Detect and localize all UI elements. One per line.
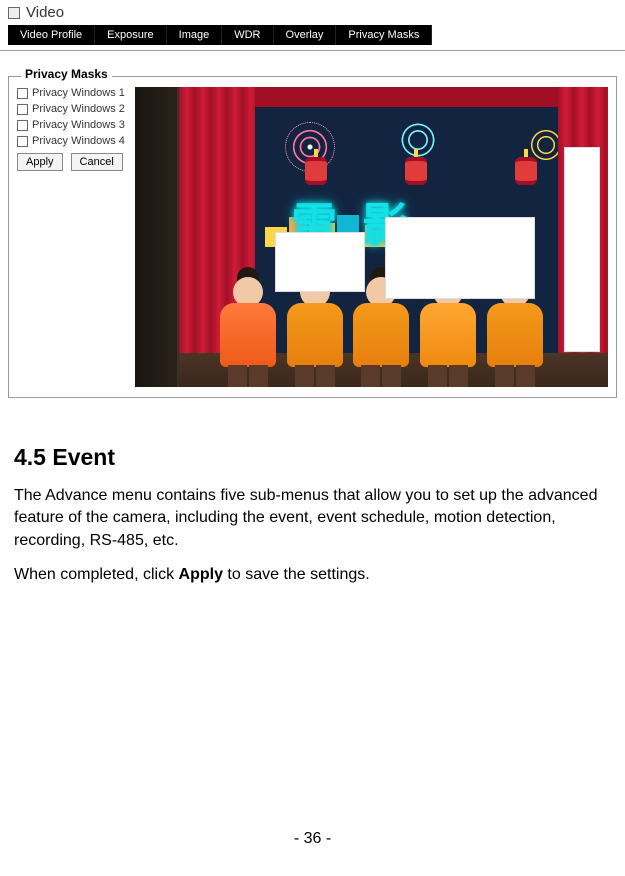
privacy-mask-rect-2[interactable] <box>385 217 535 299</box>
document-section: 4.5 Event The Advance menu contains five… <box>8 444 617 587</box>
video-preview[interactable]: 雷 影 <box>135 87 608 387</box>
tab-video-profile[interactable]: Video Profile <box>8 25 95 45</box>
checkbox-window-1[interactable] <box>17 88 28 99</box>
cancel-button[interactable]: Cancel <box>71 153 123 171</box>
preview-scene: 雷 影 <box>135 87 608 387</box>
section-heading: 4.5 Event <box>14 444 611 471</box>
checkbox-window-3[interactable] <box>17 120 28 131</box>
label-window-4: Privacy Windows 4 <box>32 135 125 147</box>
privacy-masks-options: Privacy Windows 1 Privacy Windows 2 Priv… <box>17 87 127 171</box>
checkbox-window-2[interactable] <box>17 104 28 115</box>
page-number: - 36 - <box>294 830 331 848</box>
tab-wdr[interactable]: WDR <box>222 25 273 45</box>
video-panel-title: Video <box>26 4 64 21</box>
tab-image[interactable]: Image <box>167 25 223 45</box>
privacy-masks-fieldset: Privacy Masks Privacy Windows 1 Privacy … <box>8 76 617 398</box>
section-paragraph-2: When completed, click Apply to save the … <box>14 564 611 586</box>
apply-button[interactable]: Apply <box>17 153 63 171</box>
privacy-mask-rect-3[interactable] <box>564 147 600 352</box>
label-window-1: Privacy Windows 1 <box>32 87 125 99</box>
checkbox-window-4[interactable] <box>17 136 28 147</box>
tab-overlay[interactable]: Overlay <box>274 25 337 45</box>
privacy-masks-legend: Privacy Masks <box>21 67 112 81</box>
video-tabs: Video Profile Exposure Image WDR Overlay… <box>8 25 617 45</box>
label-window-2: Privacy Windows 2 <box>32 103 125 115</box>
tab-privacy-masks[interactable]: Privacy Masks <box>336 25 432 45</box>
video-panel-icon <box>8 7 20 19</box>
privacy-mask-rect-1[interactable] <box>275 232 365 292</box>
tab-exposure[interactable]: Exposure <box>95 25 166 45</box>
label-window-3: Privacy Windows 3 <box>32 119 125 131</box>
section-paragraph-1: The Advance menu contains five sub-menus… <box>14 485 611 552</box>
